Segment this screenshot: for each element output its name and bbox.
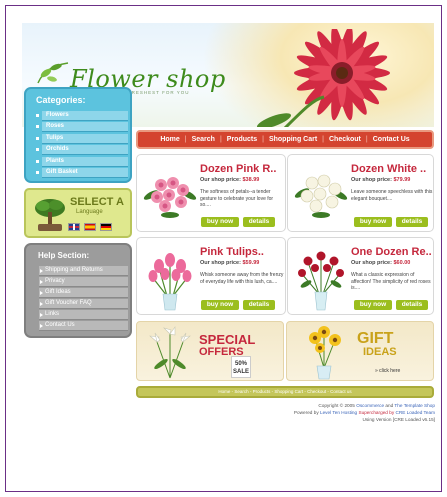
categories-box: Categories: Flowers Roses Tulips Orchids… — [24, 87, 132, 183]
details-button[interactable]: details — [396, 300, 428, 310]
product-name[interactable]: Dozen White .. — [351, 163, 426, 175]
product-name[interactable]: Dozen Pink R.. — [200, 163, 276, 175]
product-card: Dozen White .. Our shop price: $79.99 Le… — [287, 154, 434, 232]
details-button[interactable]: details — [243, 300, 275, 310]
product-name[interactable]: Pink Tulips.. — [200, 246, 264, 258]
help-shipping-returns[interactable]: Shipping and Returns — [39, 266, 128, 276]
product-price: Our shop price: $79.99 — [351, 177, 411, 183]
promo-banners: SPECIAL OFFERS 50% SALE GIFT IDEAS » cli… — [136, 321, 434, 381]
gerbera-flower-image — [256, 29, 390, 127]
help-gift-ideas[interactable]: Gift Ideas — [39, 288, 128, 299]
product-price: Our shop price: $60.00 — [351, 260, 411, 266]
sunflower-vase-image — [309, 326, 341, 380]
germany-flag-icon[interactable] — [100, 223, 112, 231]
gift-ideas-banner[interactable]: GIFT IDEAS » click here — [286, 321, 434, 381]
spain-flag-icon[interactable] — [84, 223, 96, 231]
special-text: SPECIAL — [199, 332, 256, 347]
category-roses[interactable]: Roses — [36, 122, 128, 133]
details-button[interactable]: details — [243, 217, 275, 227]
select-language-title: SELECT A — [70, 196, 124, 208]
nav-shopping-cart[interactable]: Shopping Cart — [264, 136, 322, 143]
product-description: Whisk someone away from the frenzy of ev… — [200, 272, 284, 285]
leaf-logo-icon — [37, 62, 69, 84]
template-shop-link[interactable]: The Template Shop — [394, 403, 435, 408]
nav-checkout[interactable]: Checkout — [324, 136, 366, 143]
click-here-link[interactable]: » click here — [375, 368, 400, 374]
product-card: Pink Tulips.. Our shop price: $59.99 Whi… — [136, 237, 286, 315]
language-select-box: SELECT A Language — [24, 188, 132, 238]
details-button[interactable]: details — [396, 217, 428, 227]
main-nav-bar: Home | Search | Products | Shopping Cart | C… — [136, 130, 434, 149]
special-offers-banner[interactable]: SPECIAL OFFERS 50% SALE — [136, 321, 284, 381]
uk-flag-icon[interactable] — [68, 223, 80, 231]
help-section-title: Help Section: — [38, 251, 90, 260]
help-links[interactable]: Links — [39, 310, 128, 321]
category-gift-basket[interactable]: Gift Basket — [36, 167, 128, 178]
pink-tulips-vase-image — [148, 253, 192, 311]
nav-contact-us[interactable]: Contact Us — [368, 136, 415, 143]
red-roses-vase-image — [298, 251, 344, 311]
nav-products[interactable]: Products — [222, 136, 262, 143]
version-line: Using Version [CRE Loaded v6.15] — [362, 417, 435, 422]
lily-bouquet-image — [149, 326, 191, 379]
categories-title: Categories: — [36, 95, 86, 105]
buy-now-button[interactable]: buy now — [354, 300, 392, 310]
help-privacy[interactable]: Privacy — [39, 277, 128, 288]
product-card: Dozen Pink R.. Our shop price: $38.99 Th… — [136, 154, 286, 232]
product-price: Our shop price: $59.99 — [200, 260, 260, 266]
product-price: Our shop price: $38.99 — [200, 177, 260, 183]
white-roses-bouquet-image — [294, 174, 348, 218]
buy-now-button[interactable]: buy now — [201, 217, 239, 227]
buy-now-button[interactable]: buy now — [354, 217, 392, 227]
help-contact-us[interactable]: Contact Us — [39, 321, 128, 332]
product-description: Leave someone speechless with this elega… — [351, 189, 433, 202]
product-description: What a classic expression of affection! … — [351, 272, 431, 291]
pink-roses-bouquet-image — [143, 177, 197, 218]
bonsai-tree-icon — [35, 199, 65, 231]
buy-now-button[interactable]: buy now — [201, 300, 239, 310]
nav-home[interactable]: Home — [155, 136, 184, 143]
copyright-line: Copyright © 2005 Oscommerce and The Temp… — [318, 403, 435, 408]
category-orchids[interactable]: Orchids — [36, 145, 128, 156]
category-plants[interactable]: Plants — [36, 156, 128, 167]
product-description: The softness of petals--a tender gesture… — [200, 189, 274, 208]
product-card: One Dozen Re.. Our shop price: $60.00 Wh… — [287, 237, 434, 315]
powered-by-line: Powered by Level Ten Hosting Supercharge… — [293, 410, 435, 415]
nav-search[interactable]: Search — [187, 136, 220, 143]
help-gift-voucher-faq[interactable]: Gift Voucher FAQ — [39, 299, 128, 310]
product-name[interactable]: One Dozen Re.. — [351, 246, 432, 258]
level-ten-hosting-link[interactable]: Level Ten Hosting — [320, 410, 357, 415]
sale-badge: 50% SALE — [231, 356, 251, 378]
category-tulips[interactable]: Tulips — [36, 133, 128, 144]
footer-links-bar[interactable]: Home - Search - Products - Shopping Cart… — [136, 386, 434, 398]
ideas-text: IDEAS — [363, 346, 397, 358]
help-section-box: Help Section: Shipping and Returns Priva… — [24, 243, 132, 338]
select-language-subtitle: Language — [76, 209, 103, 215]
category-flowers[interactable]: Flowers — [36, 111, 128, 121]
